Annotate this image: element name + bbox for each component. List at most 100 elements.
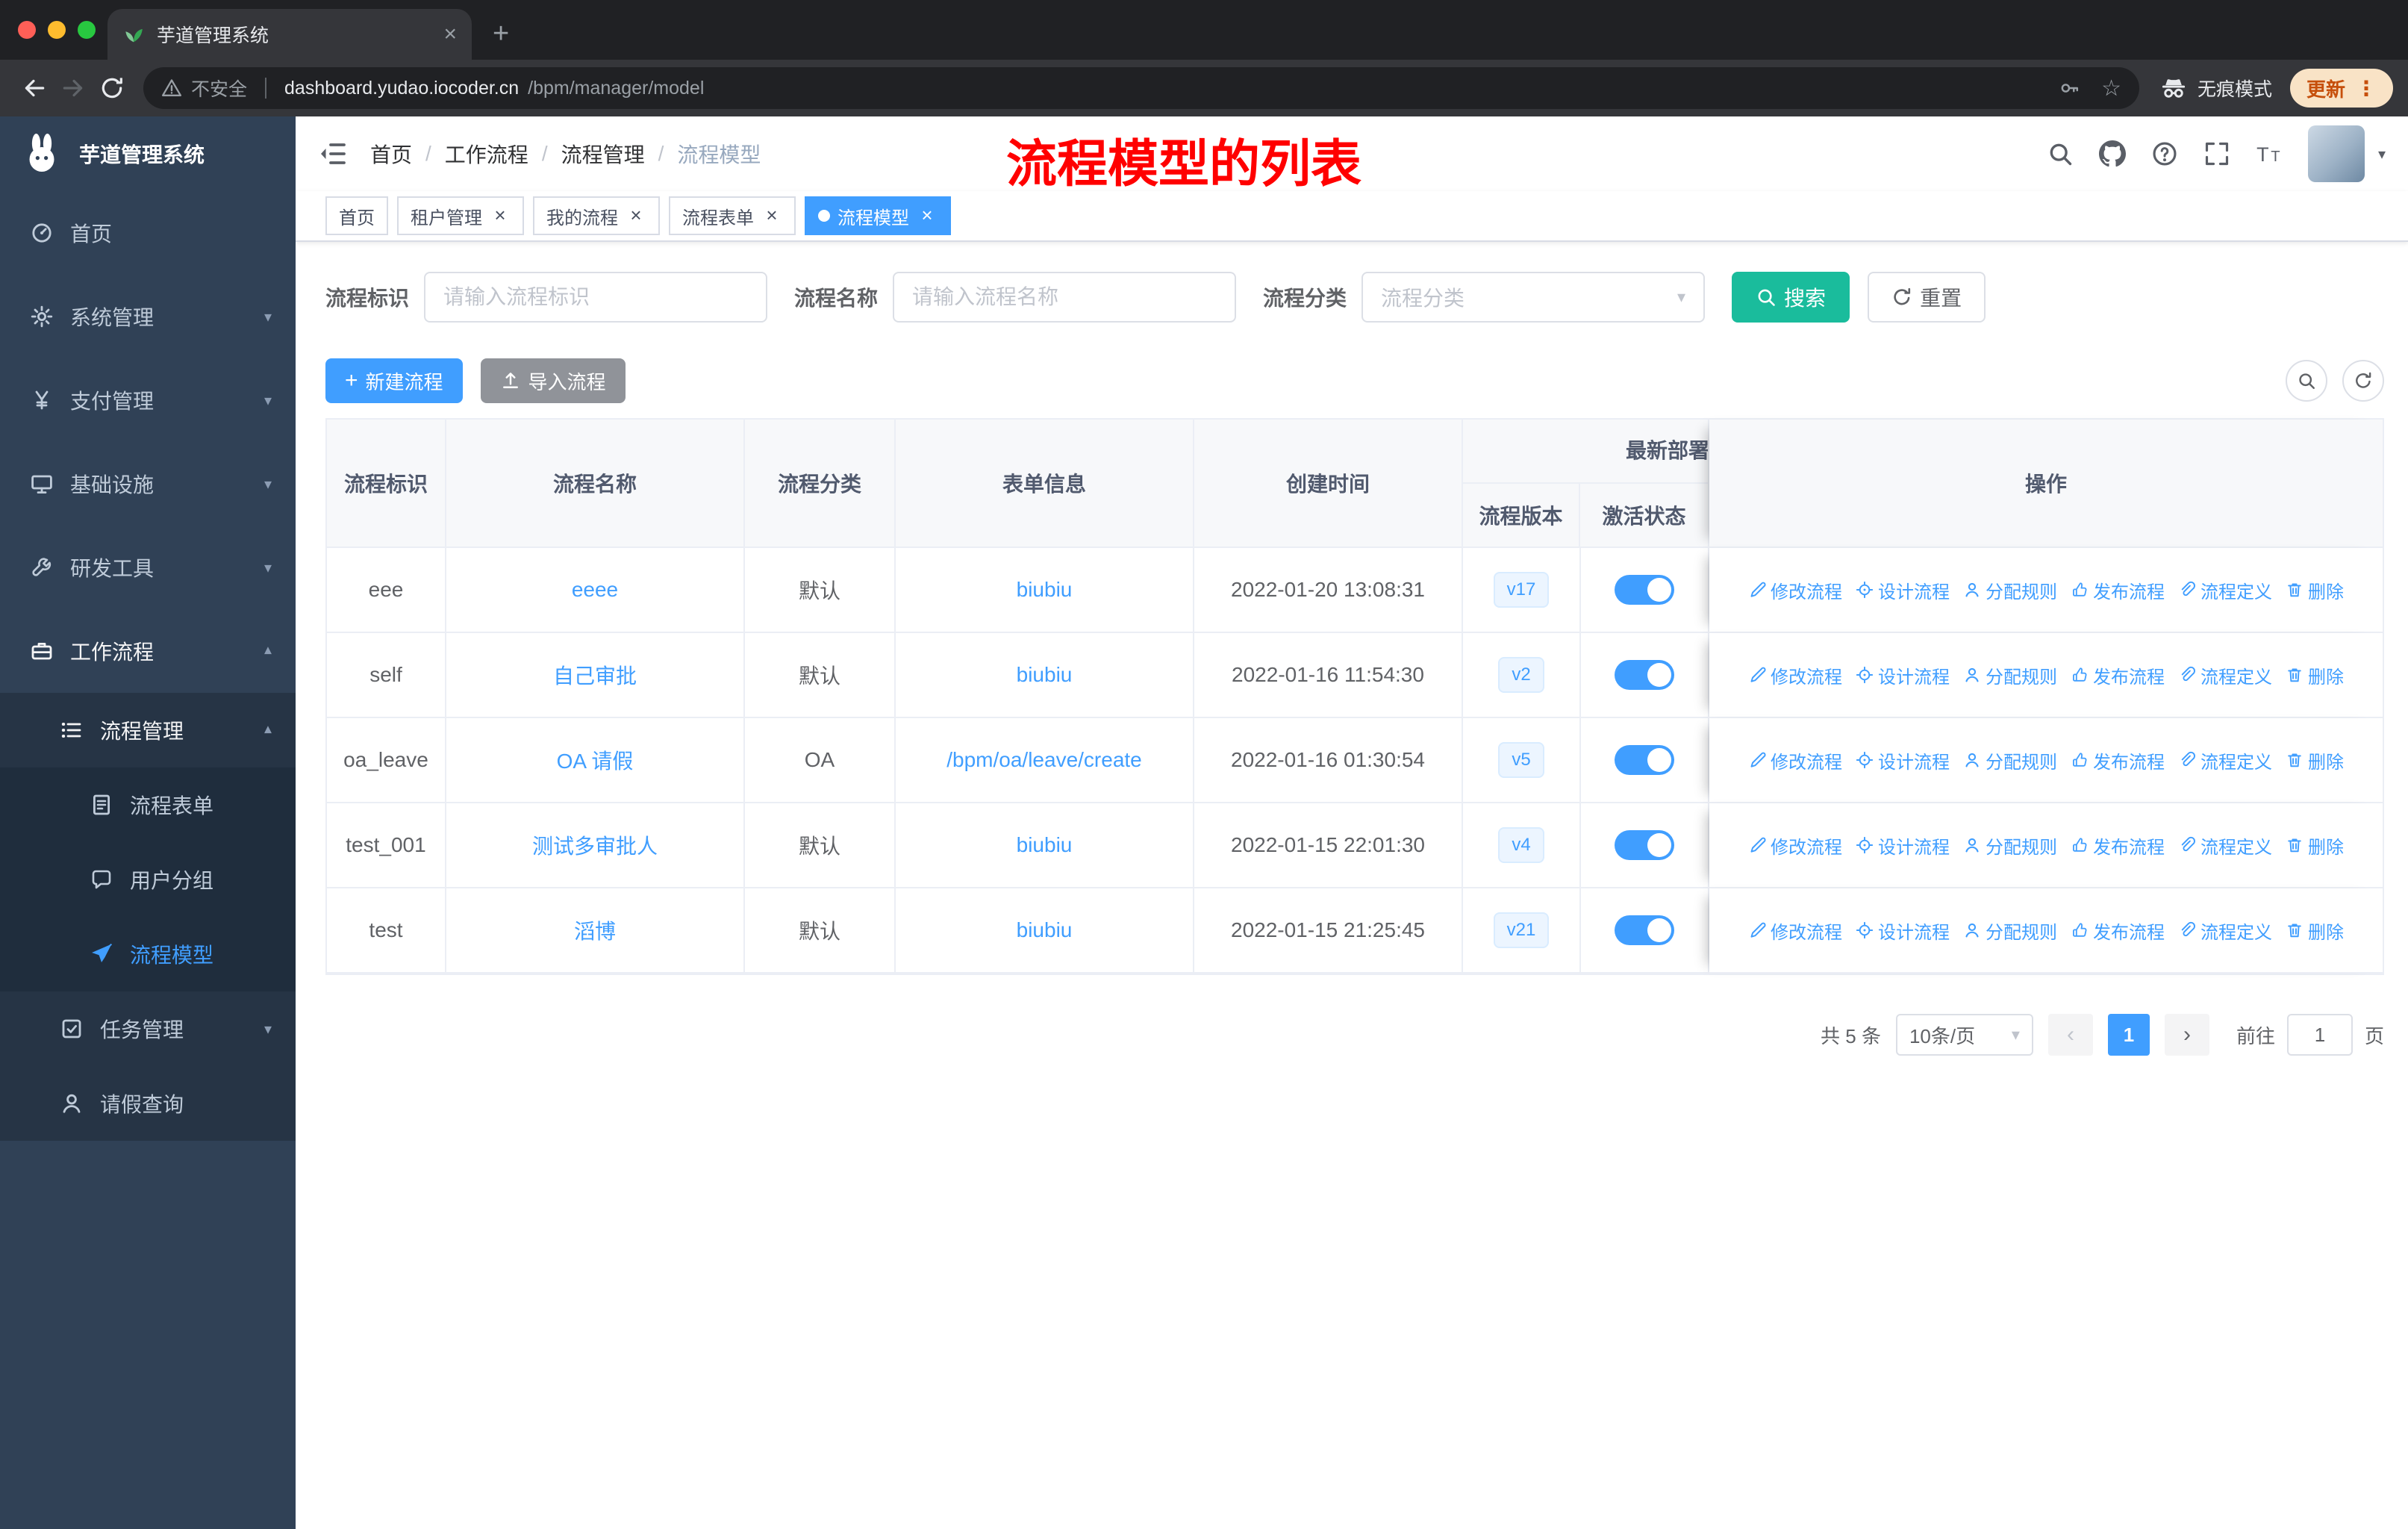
process-name-link[interactable]: eeee <box>572 578 618 602</box>
breadcrumb-item[interactable]: 首页 <box>370 139 412 169</box>
browser-tab[interactable]: 芋道管理系统 × <box>107 9 472 60</box>
row-action-link[interactable]: 删除 <box>2286 918 2344 944</box>
row-action-link[interactable]: 删除 <box>2286 662 2344 688</box>
breadcrumb-item[interactable]: 流程管理 <box>561 139 645 169</box>
sidebar-item[interactable]: 支付管理 ▾ <box>0 358 296 442</box>
row-action-link[interactable]: 修改流程 <box>1748 662 1842 688</box>
sidebar-item[interactable]: 流程模型 <box>0 917 296 991</box>
sidebar-item[interactable]: 任务管理 ▾ <box>0 991 296 1066</box>
row-action-link[interactable]: 分配规则 <box>1963 918 2057 944</box>
process-name-link[interactable]: 滔博 <box>574 915 616 945</box>
create-process-button[interactable]: + 新建流程 <box>325 358 463 403</box>
active-switch[interactable] <box>1615 575 1674 605</box>
row-action-link[interactable]: 发布流程 <box>2071 662 2165 688</box>
active-switch[interactable] <box>1615 830 1674 860</box>
process-key-input[interactable] <box>424 272 768 323</box>
font-size-icon[interactable] <box>2256 140 2283 167</box>
process-name-input[interactable] <box>893 272 1237 323</box>
form-info-link[interactable]: biubiu <box>1017 578 1073 602</box>
fullscreen-icon[interactable] <box>2203 140 2230 167</box>
row-action-link[interactable]: 流程定义 <box>2178 832 2272 859</box>
tab-tag[interactable]: 流程表单 × <box>669 196 796 235</box>
row-action-link[interactable]: 流程定义 <box>2178 577 2272 603</box>
active-switch[interactable] <box>1615 915 1674 945</box>
sidebar-toggle-icon[interactable] <box>318 139 348 169</box>
row-action-link[interactable]: 流程定义 <box>2178 662 2272 688</box>
sidebar-item[interactable]: 用户分组 <box>0 842 296 917</box>
close-icon[interactable]: × <box>626 205 646 226</box>
refresh-table-button[interactable] <box>2342 360 2384 402</box>
row-action-link[interactable]: 分配规则 <box>1963 832 2057 859</box>
row-action-link[interactable]: 删除 <box>2286 832 2344 859</box>
bookmark-star-icon[interactable]: ☆ <box>2101 75 2121 102</box>
import-process-button[interactable]: 导入流程 <box>480 358 626 403</box>
row-action-link[interactable]: 修改流程 <box>1748 577 1842 603</box>
window-minimize-button[interactable] <box>48 21 66 39</box>
security-label[interactable]: 不安全 <box>191 75 247 102</box>
row-action-link[interactable]: 修改流程 <box>1748 918 1842 944</box>
close-icon[interactable]: × <box>917 205 938 226</box>
row-action-link[interactable]: 流程定义 <box>2178 918 2272 944</box>
search-icon[interactable] <box>2047 140 2074 167</box>
process-name-link[interactable]: OA 请假 <box>557 745 634 775</box>
row-action-link[interactable]: 分配规则 <box>1963 747 2057 773</box>
row-action-link[interactable]: 流程定义 <box>2178 747 2272 773</box>
sidebar-item[interactable]: 流程表单 <box>0 767 296 842</box>
app-logo[interactable]: 芋道管理系统 <box>0 116 296 191</box>
row-action-link[interactable]: 设计流程 <box>1856 577 1950 603</box>
row-action-link[interactable]: 发布流程 <box>2071 918 2165 944</box>
tab-tag[interactable]: 首页 <box>325 196 388 235</box>
form-info-link[interactable]: biubiu <box>1017 918 1073 942</box>
active-switch[interactable] <box>1615 745 1674 775</box>
form-info-link[interactable]: biubiu <box>1017 833 1073 857</box>
sidebar-item[interactable]: 首页 <box>0 191 296 275</box>
row-action-link[interactable]: 删除 <box>2286 577 2344 603</box>
window-close-button[interactable] <box>18 21 36 39</box>
next-page-button[interactable]: › <box>2164 1014 2209 1056</box>
forward-icon[interactable] <box>54 69 93 108</box>
update-button[interactable]: 更新 ⋮ <box>2289 69 2393 108</box>
process-category-select[interactable]: 流程分类 ▾ <box>1361 272 1706 323</box>
search-button[interactable]: 搜索 <box>1732 272 1850 323</box>
row-action-link[interactable]: 设计流程 <box>1856 832 1950 859</box>
sidebar-item[interactable]: 研发工具 ▾ <box>0 526 296 609</box>
tab-tag[interactable]: 租户管理 × <box>397 196 524 235</box>
toggle-search-button[interactable] <box>2286 360 2327 402</box>
process-name-link[interactable]: 测试多审批人 <box>532 830 658 860</box>
tab-tag[interactable]: 我的流程 × <box>533 196 660 235</box>
reload-icon[interactable] <box>93 69 131 108</box>
url-bar[interactable]: 不安全 dashboard.yudao.iocoder.cn/bpm/manag… <box>143 67 2139 109</box>
row-action-link[interactable]: 修改流程 <box>1748 747 1842 773</box>
form-info-link[interactable]: biubiu <box>1017 663 1073 687</box>
row-action-link[interactable]: 设计流程 <box>1856 918 1950 944</box>
menu-dots-icon[interactable]: ⋮ <box>2356 76 2377 101</box>
help-icon[interactable] <box>2151 140 2178 167</box>
reset-button[interactable]: 重置 <box>1868 272 1986 323</box>
row-action-link[interactable]: 修改流程 <box>1748 832 1842 859</box>
avatar[interactable] <box>2307 125 2365 182</box>
row-action-link[interactable]: 发布流程 <box>2071 832 2165 859</box>
password-key-icon[interactable] <box>2059 78 2080 99</box>
row-action-link[interactable]: 设计流程 <box>1856 662 1950 688</box>
close-icon[interactable]: × <box>761 205 782 226</box>
tab-close-icon[interactable]: × <box>443 23 457 46</box>
sidebar-item[interactable]: 基础设施 ▾ <box>0 442 296 526</box>
row-action-link[interactable]: 分配规则 <box>1963 577 2057 603</box>
goto-page-input[interactable] <box>2286 1014 2353 1056</box>
row-action-link[interactable]: 发布流程 <box>2071 747 2165 773</box>
new-tab-button[interactable]: + <box>493 19 509 48</box>
tab-tag[interactable]: 流程模型 × <box>805 196 951 235</box>
breadcrumb-item[interactable]: 工作流程 <box>445 139 528 169</box>
page-size-select[interactable]: 10条/页 ▾ <box>1895 1014 2033 1056</box>
page-number-button[interactable]: 1 <box>2107 1014 2150 1056</box>
sidebar-item[interactable]: 工作流程 ▾ <box>0 609 296 693</box>
sidebar-item[interactable]: 流程管理 ▾ <box>0 693 296 767</box>
close-icon[interactable]: × <box>490 205 511 226</box>
row-action-link[interactable]: 发布流程 <box>2071 577 2165 603</box>
prev-page-button[interactable]: ‹ <box>2047 1014 2093 1056</box>
sidebar-item[interactable]: 系统管理 ▾ <box>0 275 296 358</box>
active-switch[interactable] <box>1615 660 1674 690</box>
form-info-link[interactable]: /bpm/oa/leave/create <box>946 748 1142 772</box>
row-action-link[interactable]: 删除 <box>2286 747 2344 773</box>
row-action-link[interactable]: 分配规则 <box>1963 662 2057 688</box>
